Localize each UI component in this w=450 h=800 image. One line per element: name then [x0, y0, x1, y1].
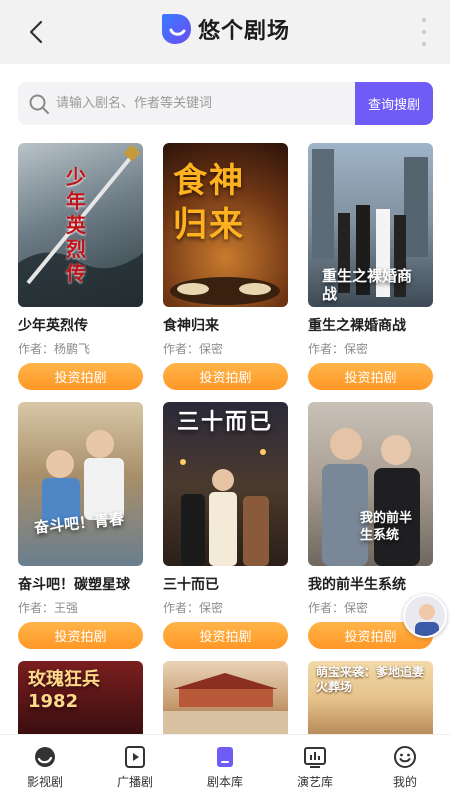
card-title: 三十而已 — [163, 577, 219, 593]
dot-icon — [422, 30, 426, 34]
tab-film[interactable]: 影视剧 — [0, 735, 90, 800]
card-author: 作者：杨鹏飞 — [18, 342, 91, 356]
app-title: 悠个剧场 — [197, 19, 290, 44]
script-card[interactable]: 食神归来 食神归来 作者：保密 投资拍剧 — [163, 143, 288, 390]
poster-title: 玫瑰狂兵 1982 — [28, 669, 100, 712]
script-card[interactable]: 重生之裸婚商战 重生之裸婚商战 作者：保密 投资拍剧 — [308, 143, 433, 390]
script-card[interactable]: 奋斗吧！青春 奋斗吧！碳塑星球 作者：王强 投资拍剧 — [18, 402, 143, 649]
poster-image[interactable]: 玫瑰狂兵 1982 — [18, 661, 143, 735]
dot-icon — [422, 42, 426, 46]
avatar-icon — [415, 604, 439, 636]
card-author: 作者：保密 — [308, 342, 369, 356]
tab-radio-drama[interactable]: 广播剧 — [90, 735, 180, 800]
invest-button[interactable]: 投资拍剧 — [163, 363, 288, 390]
play-box-icon — [123, 745, 147, 769]
poster-title: 食神归来 — [173, 161, 245, 245]
invest-button[interactable]: 投资拍剧 — [308, 363, 433, 390]
search-bar: 查询搜剧 — [18, 82, 433, 125]
script-card[interactable] — [163, 661, 288, 735]
more-menu-button[interactable] — [420, 18, 428, 46]
poster-image[interactable]: 我的前半生系统 — [308, 402, 433, 566]
floating-avatar-button[interactable] — [403, 594, 447, 638]
tab-script-library[interactable]: 剧本库 — [180, 735, 270, 800]
invest-button[interactable]: 投资拍剧 — [18, 622, 143, 649]
tab-label: 演艺库 — [296, 775, 333, 789]
script-card[interactable]: 少年英烈传 少年英烈传 作者：杨鹏飞 投资拍剧 — [18, 143, 143, 390]
script-card[interactable]: 三十而已 三十而已 作者：保密 投资拍剧 — [163, 402, 288, 649]
card-author: 作者：保密 — [163, 342, 224, 356]
invest-button[interactable]: 投资拍剧 — [18, 363, 143, 390]
app-header: 悠个剧场 — [0, 0, 450, 64]
poster-title: 我的前半生系统 — [360, 511, 413, 543]
tab-label: 我的 — [392, 775, 417, 789]
search-input[interactable] — [56, 82, 366, 125]
poster-image[interactable]: 三十而已 — [163, 402, 288, 566]
poster-title: 重生之裸婚商战 — [322, 267, 413, 303]
poster-image[interactable]: 奋斗吧！青春 — [18, 402, 143, 566]
card-author: 作者：王强 — [18, 601, 79, 615]
brand: 悠个剧场 — [0, 12, 450, 46]
card-title: 奋斗吧！碳塑星球 — [18, 577, 130, 593]
poster-title: 萌宝来袭：爹地追妻火葬场 — [316, 665, 425, 694]
search-icon — [29, 94, 49, 114]
poster-image[interactable] — [163, 661, 288, 735]
film-reel-icon — [33, 745, 57, 769]
chart-board-icon — [303, 745, 327, 769]
script-card[interactable]: 萌宝来袭：爹地追妻火葬场 — [308, 661, 433, 735]
poster-title: 少年英烈传 — [66, 165, 86, 285]
bottom-tab-bar: 影视剧 广播剧 剧本库 演艺库 我的 — [0, 734, 450, 800]
card-title: 食神归来 — [163, 318, 219, 334]
card-title: 少年英烈传 — [18, 318, 88, 334]
poster-image[interactable]: 少年英烈传 — [18, 143, 143, 307]
card-author: 作者：保密 — [163, 601, 224, 615]
tab-label: 剧本库 — [206, 775, 243, 789]
tab-label: 广播剧 — [116, 775, 153, 789]
card-title: 重生之裸婚商战 — [308, 318, 406, 334]
tab-label: 影视剧 — [26, 775, 63, 789]
smiley-icon — [393, 745, 417, 769]
brand-logo-icon — [161, 14, 191, 44]
script-icon — [213, 745, 237, 769]
tab-mine[interactable]: 我的 — [360, 735, 450, 800]
poster-title: 三十而已 — [177, 410, 274, 435]
dot-icon — [422, 18, 426, 22]
tab-performer-library[interactable]: 演艺库 — [270, 735, 360, 800]
poster-image[interactable]: 重生之裸婚商战 — [308, 143, 433, 307]
poster-image[interactable]: 萌宝来袭：爹地追妻火葬场 — [308, 661, 433, 735]
card-title: 我的前半生系统 — [308, 577, 406, 593]
poster-image[interactable]: 食神归来 — [163, 143, 288, 307]
invest-button[interactable]: 投资拍剧 — [163, 622, 288, 649]
script-card[interactable]: 玫瑰狂兵 1982 — [18, 661, 143, 735]
search-button[interactable]: 查询搜剧 — [355, 82, 433, 125]
